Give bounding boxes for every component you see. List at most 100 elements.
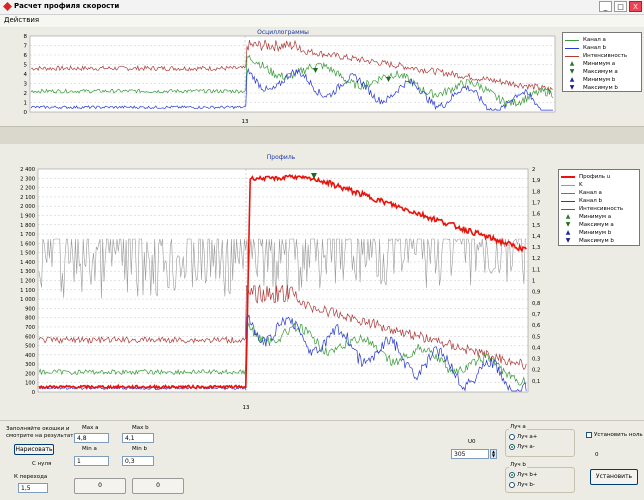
legend-label: Профиль u (579, 174, 611, 180)
profile-y-right-tick: 0,3 (532, 357, 540, 363)
close-button[interactable]: X (629, 1, 642, 12)
beam-a-group (505, 429, 575, 457)
beam-b-minus-radio[interactable] (509, 482, 515, 488)
beam-a-minus-radio[interactable] (509, 444, 515, 450)
oscillogram-y-tick: 2 (24, 91, 28, 97)
profile-legend-item: ▲ Минимум b (561, 229, 612, 237)
oscillogram-y-tick: 6 (24, 53, 28, 59)
profile-y-right-tick: 1,9 (532, 178, 540, 184)
oscillogram-legend-item: Канал b (565, 44, 606, 52)
beam-a-title: Луч a (509, 424, 527, 430)
profile-y-right-tick: 0,4 (532, 345, 541, 351)
hint-line-1: Заполняйте окошки и (6, 426, 70, 432)
triangle-up-icon: ▲ (565, 213, 571, 220)
profile-y-left-tick: 300 (25, 362, 35, 368)
set-button[interactable]: Установить (590, 469, 638, 485)
oscillogram-title: Осциллограммы (257, 29, 309, 36)
profile-legend-item: ▼ Максимум b (561, 237, 614, 245)
legend-swatch (565, 47, 579, 49)
profile-legend-item: Профиль u (561, 173, 610, 181)
profile-y-right-tick: 0,8 (532, 301, 540, 307)
oscillogram-legend-item: Канал a (565, 36, 606, 44)
legend-label: Интенсивность (579, 206, 624, 212)
counter-a-box[interactable]: 0 (74, 478, 126, 494)
app-icon (3, 2, 12, 11)
max-b-label: Max b (132, 425, 149, 431)
beam-b-group (505, 467, 575, 493)
min-a-input[interactable]: 1 (74, 456, 109, 466)
oscillogram-legend: Канал a Канал b Интенсивность ▲ Минимум a ▼ Ма… (562, 32, 642, 92)
oscillogram-legend-item: ▲ Минимум b (565, 76, 616, 84)
legend-swatch (561, 208, 575, 210)
profile-legend-item: ▲ Минимум a (561, 213, 611, 221)
profile-y-right-tick: 1,3 (532, 245, 540, 251)
maximize-button[interactable]: □ (614, 1, 627, 12)
legend-label: Канал b (579, 198, 602, 204)
triangle-down-icon: ▼ (565, 221, 571, 228)
triangle-up-icon: ▲ (569, 76, 575, 83)
panel-splitter[interactable] (0, 126, 644, 145)
legend-label: Канал b (583, 45, 606, 51)
legend-swatch (561, 192, 575, 194)
profile-y-right-tick: 1,4 (532, 234, 541, 240)
min-b-input[interactable]: 0,3 (122, 456, 154, 466)
legend-swatch (561, 184, 575, 186)
profile-y-left-tick: 2 300 (20, 176, 35, 182)
legend-label: Максимум a (579, 222, 614, 228)
triangle-down-icon: ▼ (569, 68, 575, 75)
profile-y-left-tick: 1 600 (20, 241, 35, 247)
profile-y-right-tick: 0,7 (532, 312, 540, 318)
profile-y-left-tick: 100 (25, 381, 35, 387)
profile-y-left-tick: 1 300 (20, 269, 35, 275)
menu-bar: Действия (0, 15, 644, 27)
max-a-input[interactable]: 4,8 (74, 433, 109, 443)
counter-b-box[interactable]: 0 (132, 478, 184, 494)
oscillogram-y-tick: 5 (24, 63, 28, 69)
beam-a-minus-label: Луч a- (517, 444, 535, 450)
legend-swatch (565, 39, 579, 41)
profile-y-left-tick: 500 (25, 344, 35, 350)
draw-button[interactable]: Нарисовать (14, 444, 54, 455)
profile-y-left-tick: 400 (25, 353, 35, 359)
legend-label: Интенсивность (583, 53, 628, 59)
oscillogram-y-tick: 7 (24, 44, 28, 50)
profile-y-right-tick: 0,1 (532, 379, 540, 385)
max-a-label: Max a (82, 425, 99, 431)
profile-legend-item: Канал a (561, 189, 602, 197)
profile-y-right-tick: 1,1 (532, 267, 540, 273)
u0-spinner[interactable]: ▲ ▼ (490, 449, 497, 459)
set-zero-label: Установить ноль (594, 432, 643, 438)
beam-b-plus-label: Луч b+ (517, 472, 538, 478)
oscillogram-y-tick: 0 (24, 110, 28, 116)
profile-legend-item: Интенсивность (561, 205, 623, 213)
profile-y-left-tick: 0 (32, 390, 35, 396)
oscillogram-chart: Осциллограммы 8 7 6 5 4 3 2 1 0 13 (24, 29, 556, 125)
profile-panel: Профиль 2 400 2 300 2 200 2 100 2 000 1 900 1 … (0, 144, 644, 420)
minimize-button[interactable]: _ (599, 1, 612, 12)
profile-y-left-tick: 1 800 (20, 223, 35, 229)
max-b-input[interactable]: 4,1 (122, 433, 154, 443)
profile-chart: Профиль 2 400 2 300 2 200 2 100 2 000 1 900 1 … (20, 154, 541, 411)
profile-title: Профиль (267, 154, 296, 161)
profile-y-left-tick: 900 (25, 306, 35, 312)
oscillogram-legend-item: ▼ Максимум a (565, 68, 618, 76)
legend-label: Максимум b (579, 238, 614, 244)
beam-a-plus-radio[interactable] (509, 434, 515, 440)
triangle-down-icon: ▼ (565, 237, 571, 244)
menu-actions[interactable]: Действия (4, 16, 39, 24)
beam-b-plus-radio[interactable] (509, 472, 515, 478)
controls-panel: Заполняйте окошки и смотрите на результа… (0, 420, 644, 500)
legend-label: Минимум a (579, 214, 612, 220)
set-zero-checkbox[interactable] (586, 432, 592, 438)
profile-y-right-tick: 1,6 (532, 212, 540, 218)
profile-y-left-tick: 1 700 (20, 232, 35, 238)
profile-y-right-tick: 0,6 (532, 323, 540, 329)
profile-y-left-tick: 1 900 (20, 213, 35, 219)
profile-y-left-tick: 2 000 (20, 204, 35, 210)
u0-input[interactable]: 305 (451, 449, 489, 459)
profile-y-left-tick: 2 400 (20, 167, 35, 173)
min-b-label: Min b (132, 446, 147, 452)
k-transition-input[interactable]: 1,5 (18, 483, 48, 493)
beam-b-title: Луч b (509, 462, 527, 468)
profile-y-left-tick: 200 (25, 371, 35, 377)
